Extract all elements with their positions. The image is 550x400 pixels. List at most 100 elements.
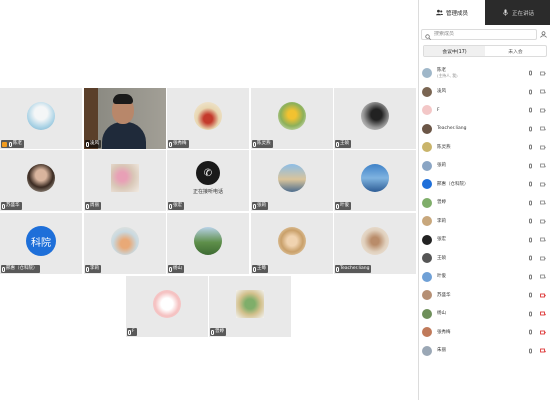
camera-icon[interactable] — [540, 311, 546, 316]
video-tile[interactable]: Teacher.liang — [334, 213, 416, 274]
video-tile[interactable]: 王硕 — [334, 88, 416, 149]
participant-name: 李莉 — [90, 266, 99, 271]
camera-icon[interactable] — [540, 200, 546, 205]
video-grid: 陈老 凌风 张秀梅 陈灵燕 王硕苏盛华 周丽 ✆ 正在接听电话 张宏 张莉 叶俊科院 邢惠（仓科院） 李… — [0, 0, 418, 400]
search-input[interactable] — [434, 31, 524, 37]
member-row[interactable]: 陈灵燕 — [419, 138, 550, 157]
camera-icon[interactable] — [540, 71, 546, 76]
avatar — [27, 102, 55, 131]
mic-icon[interactable] — [529, 292, 532, 298]
member-name-block: 张莉 — [437, 163, 446, 169]
camera-icon[interactable] — [540, 219, 546, 224]
video-tile[interactable]: 张秀梅 — [167, 88, 249, 149]
member-role: (主持人, 我) — [437, 73, 458, 79]
camera-icon[interactable] — [540, 163, 546, 168]
member-name-block: 邢惠（仓科院） — [437, 182, 469, 188]
member-row[interactable]: 曾婷 — [419, 194, 550, 213]
video-tile[interactable]: 科院 邢惠（仓科院） — [0, 213, 82, 274]
member-row[interactable]: 杨山 — [419, 305, 550, 324]
mic-icon — [169, 203, 172, 209]
video-tile[interactable]: 叶俊 — [334, 150, 416, 211]
member-row[interactable]: 朱丽 — [419, 342, 550, 361]
video-tile[interactable]: ✆ 正在接听电话 张宏 — [167, 150, 249, 211]
member-row[interactable]: 王硕 — [419, 249, 550, 268]
camera-icon[interactable] — [540, 126, 546, 131]
tab-not-joined[interactable]: 未入会 — [485, 46, 546, 56]
mic-icon[interactable] — [529, 107, 532, 113]
member-row[interactable]: 张宏 — [419, 231, 550, 250]
camera-icon[interactable] — [540, 237, 546, 242]
mic-icon[interactable] — [529, 311, 532, 317]
mic-icon — [502, 9, 509, 16]
camera-icon[interactable] — [540, 182, 546, 187]
mic-icon[interactable] — [529, 70, 532, 76]
camera-icon[interactable] — [540, 89, 546, 94]
tab-speaking[interactable]: 正在讲话 — [485, 0, 550, 25]
participant-name: 叶俊 — [340, 203, 349, 208]
video-tile[interactable]: 苏盛华 — [0, 150, 82, 211]
mic-icon[interactable] — [529, 237, 532, 243]
member-row[interactable]: F — [419, 101, 550, 120]
member-controls — [529, 144, 546, 150]
mic-icon[interactable] — [529, 163, 532, 169]
video-tile[interactable]: 杨山 — [167, 213, 249, 274]
tab-manage-members[interactable]: 管理成员 — [419, 0, 485, 25]
video-tile[interactable]: 王莓 — [251, 213, 333, 274]
panel-tabs: 管理成员 正在讲话 — [419, 0, 550, 25]
mic-icon[interactable] — [529, 218, 532, 224]
member-row[interactable]: 邢惠（仓科院） — [419, 175, 550, 194]
participant-name: 张莉 — [257, 203, 266, 208]
tab-in-meeting[interactable]: 会议中(17) — [424, 46, 485, 56]
member-row[interactable]: 陈老 (主持人, 我) — [419, 64, 550, 83]
mic-icon[interactable] — [529, 126, 532, 132]
mic-icon — [253, 141, 256, 147]
member-row[interactable]: 李莉 — [419, 212, 550, 231]
member-row[interactable]: 苏盛华 — [419, 286, 550, 305]
member-controls — [529, 329, 546, 335]
member-row[interactable]: 张莉 — [419, 157, 550, 176]
camera-icon[interactable] — [540, 108, 546, 113]
mic-icon — [336, 141, 339, 147]
video-tile[interactable]: 陈老 — [0, 88, 82, 149]
avatar — [422, 271, 432, 282]
member-row[interactable]: 叶俊 — [419, 268, 550, 287]
camera-icon[interactable] — [540, 274, 546, 279]
invite-member-icon[interactable] — [537, 29, 549, 40]
mic-icon[interactable] — [529, 255, 532, 261]
avatar — [422, 234, 432, 245]
camera-icon[interactable] — [540, 145, 546, 150]
camera-icon[interactable] — [540, 348, 546, 353]
camera-icon[interactable] — [540, 330, 546, 335]
video-tile[interactable]: 陈灵燕 — [251, 88, 333, 149]
mic-icon[interactable] — [529, 348, 532, 354]
mic-icon — [128, 329, 131, 335]
speaker-body — [102, 122, 146, 149]
mic-icon[interactable] — [529, 144, 532, 150]
video-tile[interactable]: 凌风 — [84, 88, 166, 149]
mic-icon — [86, 203, 89, 209]
avatar — [422, 160, 432, 171]
video-tile[interactable]: 李莉 — [84, 213, 166, 274]
camera-icon[interactable] — [540, 293, 546, 298]
mic-icon[interactable] — [529, 329, 532, 335]
member-name-block: 叶俊 — [437, 274, 446, 280]
video-tile[interactable]: 张莉 — [251, 150, 333, 211]
mic-icon[interactable] — [529, 200, 532, 206]
mic-icon[interactable] — [529, 181, 532, 187]
mic-icon[interactable] — [529, 89, 532, 95]
video-tile[interactable]: 曾婷 — [209, 276, 291, 337]
participant-name: Teacher.liang — [340, 266, 370, 271]
member-row[interactable]: Teacher.liang — [419, 120, 550, 139]
member-controls — [529, 70, 546, 76]
video-tile[interactable]: F — [126, 276, 208, 337]
mic-icon[interactable] — [529, 274, 532, 280]
video-tile[interactable]: 周丽 — [84, 150, 166, 211]
camera-icon[interactable] — [540, 256, 546, 261]
member-name: 叶俊 — [437, 274, 446, 279]
avatar — [111, 164, 139, 193]
member-row[interactable]: 凌风 — [419, 83, 550, 102]
member-row[interactable]: 张秀梅 — [419, 323, 550, 342]
search-box[interactable] — [421, 28, 537, 40]
participant-name: 张秀梅 — [173, 141, 187, 146]
member-name-block: Teacher.liang — [437, 126, 466, 132]
